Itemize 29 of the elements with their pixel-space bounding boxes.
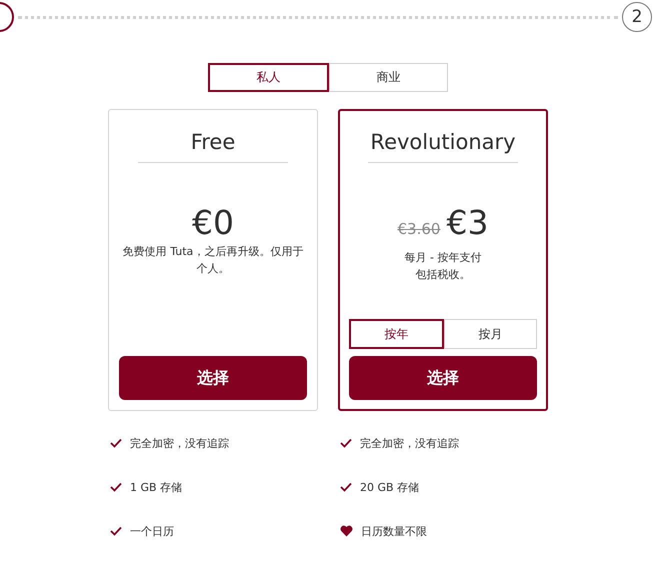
check-icon <box>340 482 352 492</box>
plan-card[interactable]: Revolutionary €3.60 €3 每月 - 按年支付 包括税收。 按年 按月 选择 <box>338 109 548 411</box>
select-button[interactable]: 选择 <box>119 356 307 400</box>
check-icon <box>110 438 122 448</box>
feature-text: 完全加密，没有追踪 <box>360 436 459 450</box>
check-icon <box>340 438 352 448</box>
select-button[interactable]: 选择 <box>349 356 537 400</box>
feature-text: 一个日历 <box>130 524 174 538</box>
plan-name: Revolutionary <box>370 129 516 156</box>
check-icon <box>110 526 122 536</box>
heart-icon <box>340 525 353 537</box>
check-icon <box>110 482 122 492</box>
plan-description: 免费使用 Tuta，之后再升级。仅用于个人。 <box>122 244 304 277</box>
feature-text: 1 GB 存储 <box>130 480 182 494</box>
plan-description: 每月 - 按年支付 <box>404 250 482 266</box>
plan-name: Free <box>190 129 236 156</box>
interval-tab[interactable]: 按年 <box>349 319 444 349</box>
plan-description: 包括税收。 <box>416 267 470 283</box>
step-circle[interactable]: 2 <box>622 2 652 32</box>
plan-card[interactable]: Free €0 免费使用 Tuta，之后再升级。仅用于个人。 选择 <box>108 109 318 411</box>
plan-type-tab[interactable]: 商业 <box>329 63 448 92</box>
old-price: €3.60 <box>398 219 440 240</box>
feature-text: 20 GB 存储 <box>360 480 420 494</box>
price: €0 <box>192 203 234 243</box>
plan-type-tab[interactable]: 私人 <box>208 63 329 92</box>
feature-text: 日历数量不限 <box>361 524 427 538</box>
interval-tab[interactable]: 按月 <box>444 319 537 349</box>
feature-text: 完全加密，没有追踪 <box>130 436 229 450</box>
price: €3 <box>446 203 488 243</box>
